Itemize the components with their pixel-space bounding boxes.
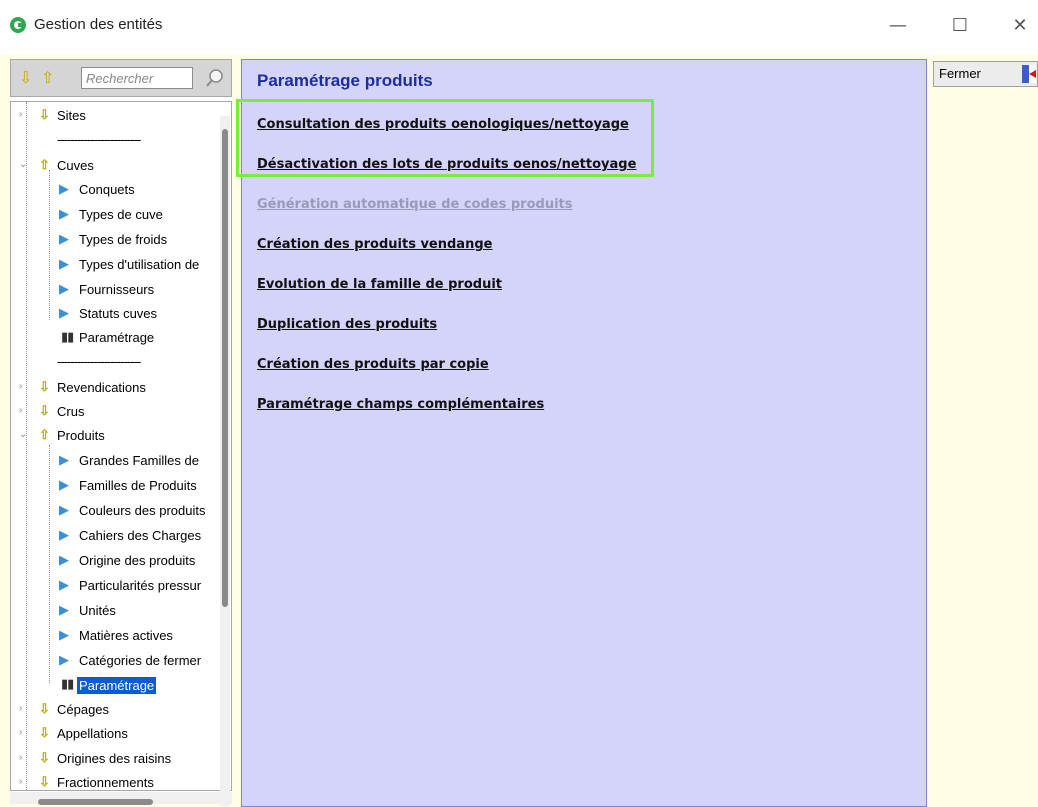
tree-item-parametrage-cuves[interactable]: ▮▮ Paramétrage [11,326,231,350]
tree-item-types-de-froids[interactable]: ▶ Types de froids [11,228,231,252]
exit-door-icon [1022,65,1036,83]
link-creation-produits-vendange[interactable]: Création des produits vendange [257,237,492,252]
tree-item-parametrage-produits[interactable]: ▮▮ Paramétrage [11,673,231,697]
tree-item-types-de-cuve[interactable]: ▶ Types de cuve [11,203,231,227]
tree-item-cepages[interactable]: › ⇩ Cépages [11,698,231,722]
tree-item-familles-produits[interactable]: ▶ Familles de Produits [11,474,231,498]
maximize-button[interactable]: ☐ [940,12,980,40]
search-input[interactable]: Rechercher [81,67,193,89]
arrow-down-icon: ⇩ [39,774,50,789]
tree-item-cuves[interactable]: ⌄ ⇧ Cuves [11,154,231,178]
fermer-button[interactable]: Fermer [933,61,1038,87]
arrow-down-icon: ⇩ [39,403,50,418]
search-icon[interactable] [204,67,226,89]
arrow-down-icon: ⇩ [39,750,50,765]
entity-tree-panel: ⇩ ⇧ Rechercher › ⇩ Sites ---------------… [10,59,232,806]
entity-tree: › ⇩ Sites ------------------------- ⌄ ⇧ … [10,101,232,791]
flag-icon: ▶ [59,502,69,517]
link-generation-codes-disabled: Génération automatique de codes produits [257,197,573,212]
tree-item-conquets[interactable]: ▶ Conquets [11,178,231,202]
expand-chevron-icon[interactable]: › [19,727,22,738]
link-parametrage-champs[interactable]: Paramétrage champs complémentaires [257,397,544,412]
expand-chevron-icon[interactable]: › [19,703,22,714]
tree-separator: ------------------------- [57,132,141,147]
tree-item-unites[interactable]: ▶ Unités [11,599,231,623]
tree-item-matieres-actives[interactable]: ▶ Matières actives [11,624,231,648]
tree-item-sites[interactable]: › ⇩ Sites [11,104,231,128]
flag-icon: ▶ [59,477,69,492]
arrow-up-icon: ⇧ [39,157,50,172]
window-content: ⇩ ⇧ Rechercher › ⇩ Sites ---------------… [0,55,1038,807]
expand-all-arrow-down-icon[interactable]: ⇩ [19,69,32,87]
flag-icon: ▶ [59,281,69,296]
fermer-label: Fermer [939,66,981,81]
tree-item-revendications[interactable]: › ⇩ Revendications [11,376,231,400]
arrow-down-icon: ⇩ [39,701,50,716]
arrow-down-icon: ⇩ [39,379,50,394]
link-creation-par-copie[interactable]: Création des produits par copie [257,357,489,372]
collapse-chevron-icon[interactable]: ⌄ [19,159,27,170]
flag-icon: ▶ [59,552,69,567]
collapse-all-arrow-up-icon[interactable]: ⇧ [41,69,54,87]
close-window-button[interactable]: ✕ [1000,12,1038,40]
tree-item-produits[interactable]: ⌄ ⇧ Produits [11,424,231,448]
tree-item-origine-produits[interactable]: ▶ Origine des produits [11,549,231,573]
flag-icon: ▶ [59,577,69,592]
window-title: Gestion des entités [34,16,163,33]
tree-item-statuts-cuves[interactable]: ▶ Statuts cuves [11,302,231,326]
tree-item-fournisseurs[interactable]: ▶ Fournisseurs [11,278,231,302]
link-duplication-produits[interactable]: Duplication des produits [257,317,437,332]
arrow-up-icon: ⇧ [39,427,50,442]
tree-item-fractionnements[interactable]: › ⇩ Fractionnements [11,771,231,790]
app-logo-icon [10,17,26,33]
collapse-chevron-icon[interactable]: ⌄ [19,429,27,440]
expand-chevron-icon[interactable]: › [19,405,22,416]
tree-item-couleurs-produits[interactable]: ▶ Couleurs des produits [11,499,231,523]
highlight-box [236,99,654,177]
tree-item-appellations[interactable]: › ⇩ Appellations [11,722,231,746]
tree-item-cahiers-charges[interactable]: ▶ Cahiers des Charges [11,524,231,548]
tree-item-types-utilisation[interactable]: ▶ Types d'utilisation de [11,253,231,277]
minimize-button[interactable]: — [878,12,918,40]
flag-icon: ▶ [59,527,69,542]
flag-icon: ▶ [59,181,69,196]
tree-item-categories-fermeture[interactable]: ▶ Catégories de fermer [11,649,231,673]
tree-separator: ------------------------- [57,354,141,369]
search-toolbar: ⇩ ⇧ Rechercher [10,59,232,97]
flag-icon: ▶ [59,206,69,221]
expand-chevron-icon[interactable]: › [19,776,22,787]
tree-item-crus[interactable]: › ⇩ Crus [11,400,231,424]
tree-item-grandes-familles[interactable]: ▶ Grandes Familles de [11,449,231,473]
grid-icon: ▮▮ [61,676,74,691]
arrow-down-icon: ⇩ [39,107,50,122]
flag-icon: ▶ [59,602,69,617]
grid-icon: ▮▮ [61,329,74,344]
panel-title: Paramétrage produits [257,71,433,90]
arrow-down-icon: ⇩ [39,725,50,740]
tree-horizontal-scroll-thumb[interactable] [38,799,153,805]
flag-icon: ▶ [59,256,69,271]
title-bar: Gestion des entités — ☐ ✕ [0,0,1038,55]
tree-vertical-scroll-thumb[interactable] [222,129,228,607]
flag-icon: ▶ [59,305,69,320]
expand-chevron-icon[interactable]: › [19,752,22,763]
flag-icon: ▶ [59,231,69,246]
tree-item-origines-raisins[interactable]: › ⇩ Origines des raisins [11,747,231,771]
flag-icon: ▶ [59,652,69,667]
flag-icon: ▶ [59,627,69,642]
tree-item-particularites[interactable]: ▶ Particularités pressur [11,574,231,598]
expand-chevron-icon[interactable]: › [19,381,22,392]
expand-chevron-icon[interactable]: › [19,109,22,120]
flag-icon: ▶ [59,452,69,467]
link-evolution-famille[interactable]: Evolution de la famille de produit [257,277,502,292]
